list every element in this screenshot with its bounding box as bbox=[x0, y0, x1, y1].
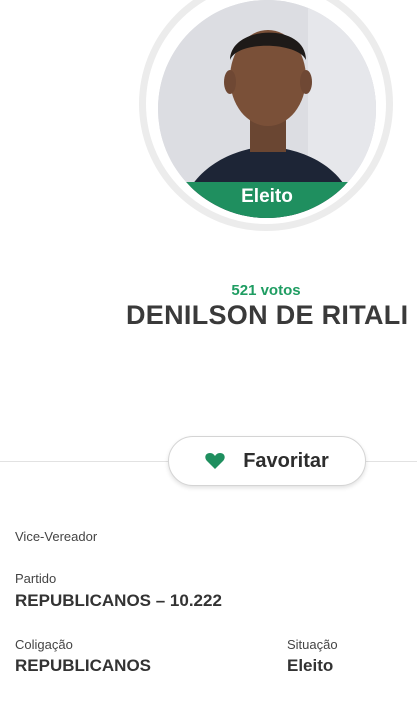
role-text: Vice-Vereador bbox=[15, 529, 98, 544]
candidate-name: DENILSON DE RITALI bbox=[126, 300, 409, 330]
favorite-label: Favoritar bbox=[243, 449, 329, 472]
favorite-button[interactable]: Favoritar bbox=[168, 436, 366, 486]
heart-icon bbox=[205, 453, 225, 469]
vote-count: 521 votos bbox=[231, 282, 301, 299]
party-value: REPUBLICANOS – 10.222 bbox=[15, 591, 222, 610]
coalition-value: REPUBLICANOS bbox=[15, 656, 152, 675]
elected-status-banner: Eleito bbox=[158, 182, 376, 218]
situation-value: Eleito bbox=[287, 656, 334, 675]
candidate-photo: Eleito bbox=[158, 0, 376, 218]
coalition-label: Coligação bbox=[15, 637, 73, 652]
situation-label: Situação bbox=[287, 637, 338, 652]
party-label: Partido bbox=[15, 571, 57, 586]
